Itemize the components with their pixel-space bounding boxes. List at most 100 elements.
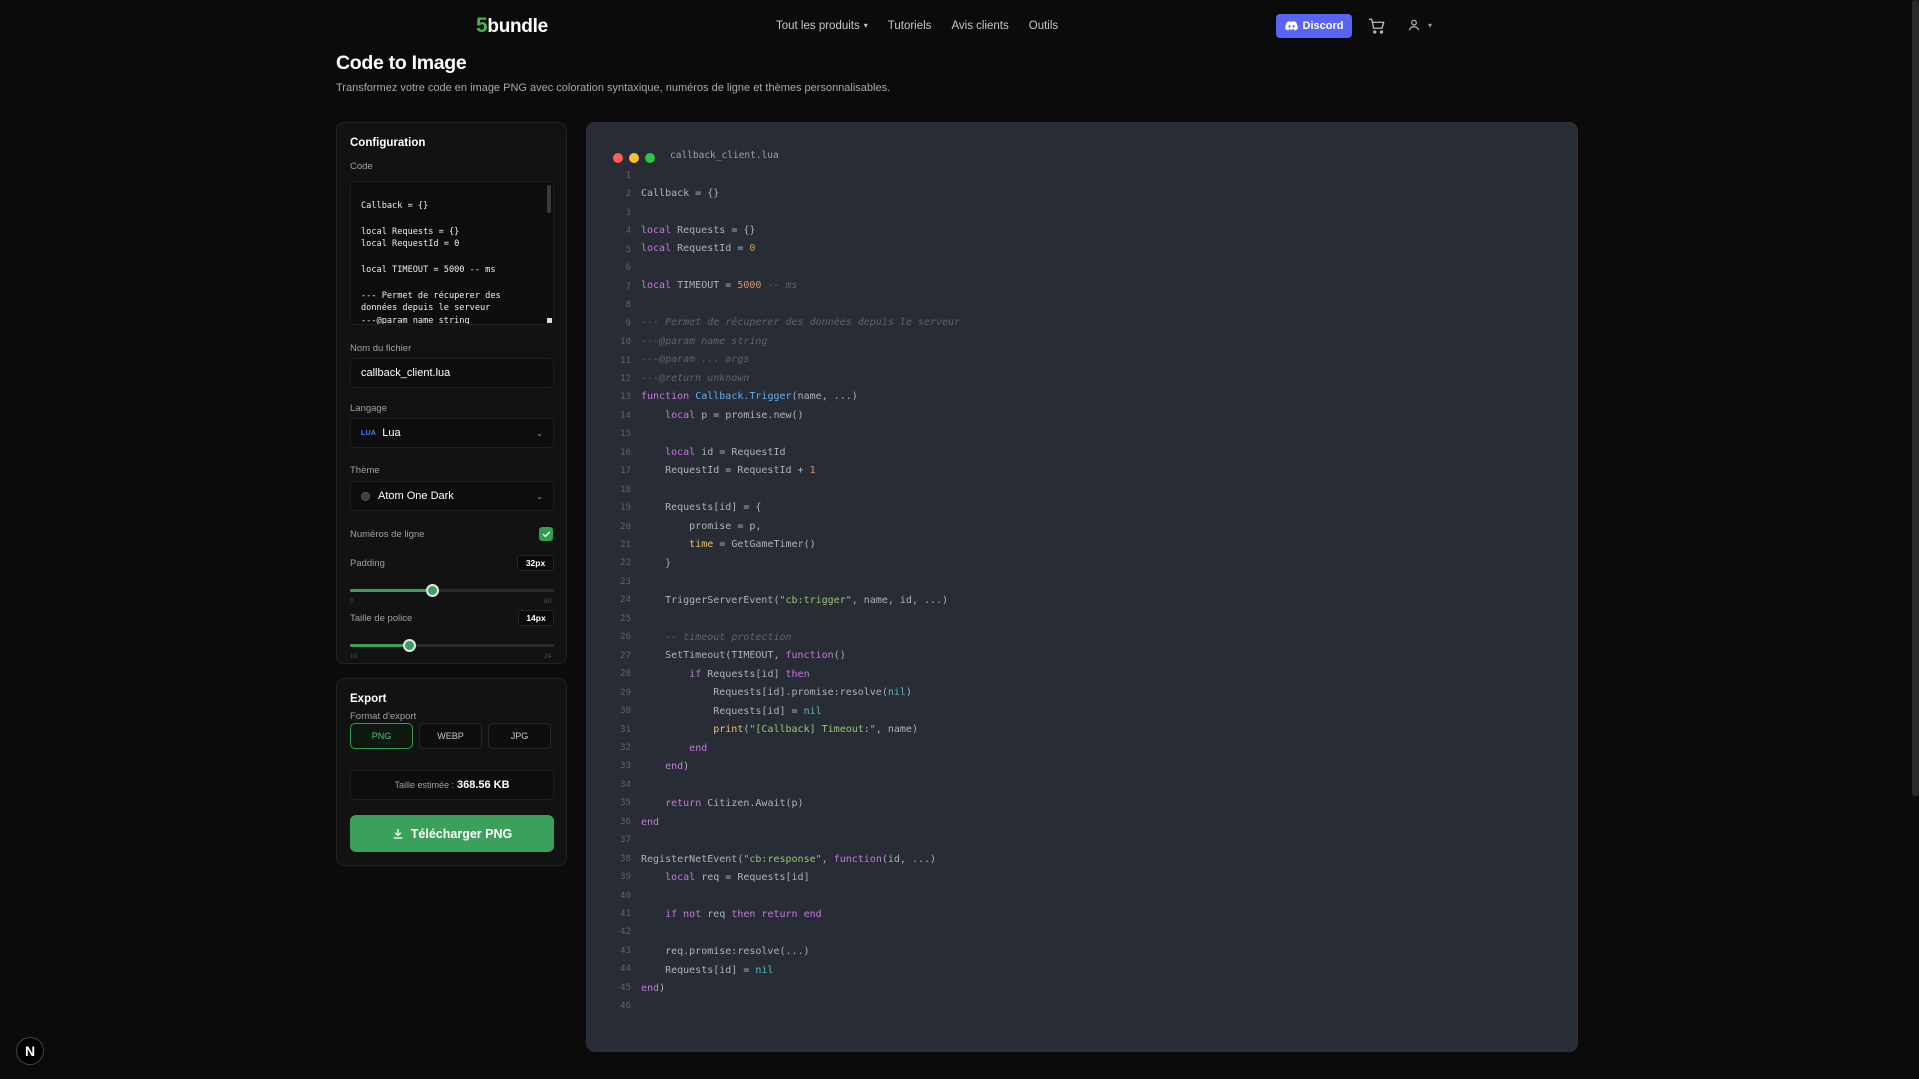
code-line: TriggerServerEvent("cb:trigger", name, i… (641, 595, 949, 606)
line-number: 36 (620, 817, 631, 827)
code-preview-window: callback_client.lua Callback = {} local … (586, 122, 1578, 1052)
line-number: 32 (620, 743, 631, 753)
code-line: Requests[id].promise:resolve(nil) (641, 687, 912, 698)
code-line: local Requests = {} (641, 225, 756, 236)
padding-slider[interactable] (350, 584, 554, 597)
code-line: -- timeout protection (665, 632, 792, 643)
discord-label: Discord (1302, 20, 1344, 32)
line-number: 35 (620, 798, 631, 808)
estimated-size-label: Taille estimée : (394, 780, 454, 790)
theme-select[interactable]: Atom One Dark ⌄ (350, 481, 554, 511)
nav-link-tutorials[interactable]: Tutoriels (888, 20, 932, 32)
code-line: end) (641, 983, 666, 994)
padding-slider-thumb[interactable] (425, 584, 439, 597)
user-icon (1408, 19, 1420, 31)
code-line: RequestId = RequestId + 1 (641, 465, 816, 476)
code-line: return Citizen.Await(p) (665, 798, 804, 809)
code-line: ---@return unknown (641, 373, 750, 384)
configuration-title: Configuration (350, 137, 426, 149)
line-number: 34 (620, 780, 631, 790)
line-number: 7 (625, 282, 631, 292)
code-label: Code (350, 161, 373, 172)
code-line: time = GetGameTimer() (689, 539, 816, 550)
line-number: 18 (620, 485, 631, 495)
line-number: 33 (620, 761, 631, 771)
line-number: 25 (620, 614, 631, 624)
format-webp-button[interactable]: WEBP (419, 723, 482, 749)
line-number: 29 (620, 688, 631, 698)
code-line: print("[Callback] Timeout:", name) (713, 724, 918, 735)
line-number: 21 (620, 540, 631, 550)
line-number: 14 (620, 411, 631, 421)
logo-text: bundle (487, 16, 548, 37)
line-number: 38 (620, 854, 631, 864)
user-menu[interactable]: ▾ (1407, 16, 1437, 34)
line-numbers-label: Numéros de ligne (350, 529, 425, 540)
language-select[interactable]: LUA Lua ⌄ (350, 418, 554, 448)
logo-number: 5 (476, 14, 488, 37)
line-number: 20 (620, 522, 631, 532)
font-size-slider[interactable] (350, 639, 554, 652)
preview-filename: callback_client.lua (670, 150, 779, 161)
line-number: 10 (620, 337, 631, 347)
chevron-down-icon: ▾ (863, 21, 868, 30)
line-number: 27 (620, 651, 631, 661)
corner-badge[interactable]: N (16, 1037, 44, 1065)
font-size-max: 24 (544, 653, 552, 660)
code-line: local RequestId = 0 (641, 243, 756, 254)
nav-link-products-label: Tout les produits (776, 20, 860, 32)
code-line: Requests[id] = { (641, 502, 762, 513)
export-format-label: Format d'export (350, 711, 417, 722)
padding-slider-fill (350, 589, 432, 592)
code-line: local TIMEOUT = 5000 -- ms (641, 280, 798, 291)
line-number: 26 (620, 632, 631, 642)
nav-links: Tout les produits ▾ Tutoriels Avis client… (776, 20, 1058, 32)
padding-min: 0 (350, 598, 354, 605)
code-input-scrollbar[interactable] (547, 185, 551, 213)
format-jpg-button[interactable]: JPG (488, 723, 551, 749)
format-options: PNG WEBP JPG (350, 723, 551, 749)
code-line: local id = RequestId (665, 447, 786, 458)
line-number: 41 (620, 909, 631, 919)
site-logo[interactable]: 5bundle (476, 14, 548, 38)
font-size-value-badge: 14px (518, 610, 554, 626)
theme-label: Thème (350, 465, 380, 476)
code-line: Requests[id] = nil (641, 706, 822, 717)
line-number: 39 (620, 872, 631, 882)
code-line: local p = promise.new() (665, 410, 804, 421)
line-number: 13 (620, 392, 631, 402)
line-number: 46 (620, 1001, 631, 1011)
line-numbers-checkbox[interactable] (539, 527, 553, 541)
line-number: 1 (625, 171, 631, 181)
line-number: 15 (620, 429, 631, 439)
discord-icon (1284, 21, 1298, 31)
resize-handle-icon[interactable] (547, 318, 552, 323)
line-number: 3 (625, 208, 631, 218)
code-line: } (641, 558, 672, 569)
discord-button[interactable]: Discord (1276, 14, 1352, 38)
font-size-slider-thumb[interactable] (403, 639, 417, 652)
code-line: end (641, 817, 660, 828)
code-input[interactable]: Callback = {} local Requests = {} local … (350, 181, 554, 325)
code-line: local req = Requests[id] (665, 872, 810, 883)
checkmark-icon (542, 531, 550, 537)
code-line: Requests[id] = nil (641, 965, 774, 976)
line-number: 45 (620, 983, 631, 993)
line-number: 19 (620, 503, 631, 513)
padding-value-badge: 32px (517, 555, 554, 571)
nav-link-tools[interactable]: Outils (1029, 20, 1058, 32)
font-size-label: Taille de police (350, 613, 413, 624)
download-button[interactable]: Télécharger PNG (350, 815, 554, 852)
page-subtitle: Transformez votre code en image PNG avec… (336, 82, 891, 94)
cart-icon[interactable] (1368, 17, 1386, 35)
nav-link-products[interactable]: Tout les produits ▾ (776, 20, 868, 32)
filename-value: callback_client.lua (361, 367, 451, 379)
chevron-down-icon: ▾ (1428, 20, 1433, 30)
chevron-down-icon: ⌄ (536, 428, 543, 438)
format-png-button[interactable]: PNG (350, 723, 413, 749)
page-scrollbar[interactable] (1912, 0, 1919, 796)
code-line: function Callback.Trigger(name, ...) (641, 391, 858, 402)
nav-link-reviews[interactable]: Avis clients (951, 20, 1008, 32)
line-number: 16 (620, 448, 631, 458)
filename-input[interactable]: callback_client.lua (350, 358, 554, 388)
